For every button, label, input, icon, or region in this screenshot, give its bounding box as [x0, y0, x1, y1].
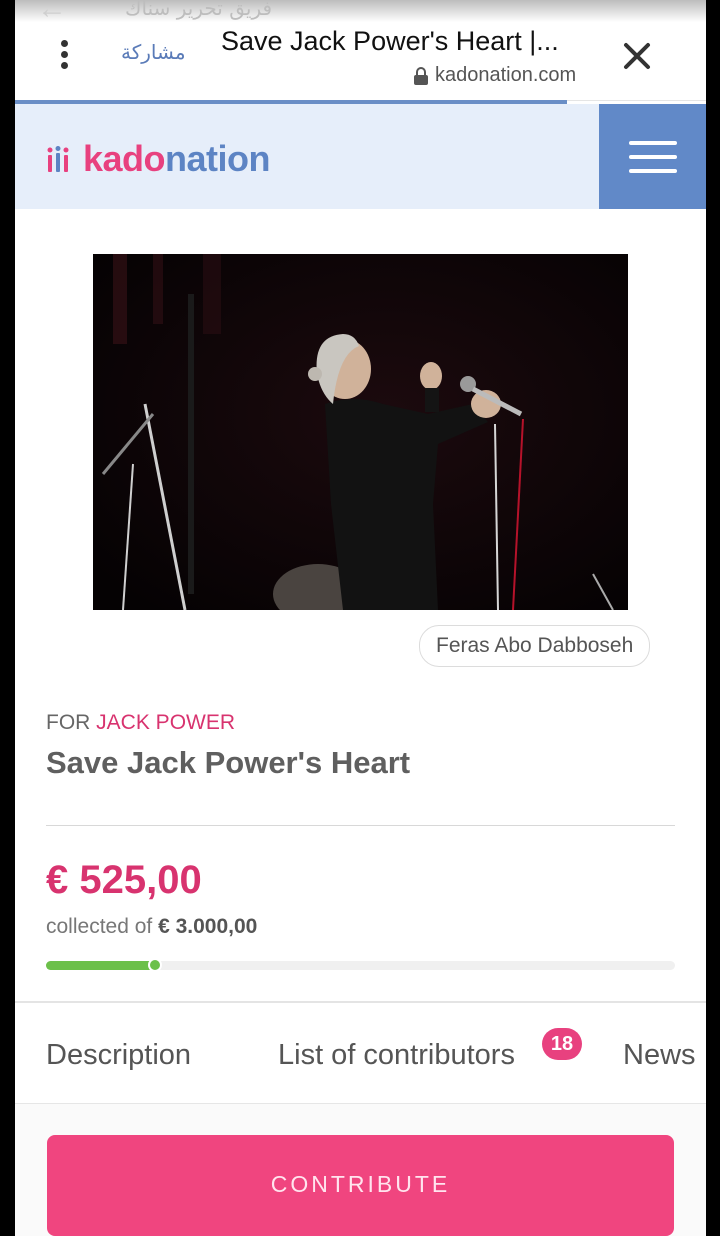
beneficiary-name[interactable]: JACK POWER — [96, 711, 235, 734]
browser-toolbar: ← فريق تحرير سناك مشاركة Save Jack Power… — [15, 0, 706, 101]
tab-news[interactable]: News — [623, 1039, 696, 1072]
tab-description[interactable]: Description — [46, 1039, 191, 1072]
status-fade — [15, 0, 706, 22]
lock-icon — [414, 66, 428, 85]
back-arrow-icon[interactable]: ← — [37, 0, 67, 24]
logo-text-nation: nation — [165, 138, 271, 179]
contribute-button[interactable]: CONTRIBUTE — [47, 1135, 674, 1236]
close-icon[interactable] — [621, 40, 653, 72]
divider — [46, 825, 675, 826]
funding-progress-bar — [46, 958, 675, 972]
site-header: kadonation — [15, 104, 706, 209]
photo-credit: Feras Abo Dabboseh — [419, 625, 651, 667]
more-options-icon[interactable] — [57, 40, 71, 74]
for-prefix: FOR — [46, 711, 91, 734]
amount-collected: € 525,00 — [46, 858, 202, 902]
goal-line: collected of € 3.000,00 — [46, 915, 257, 939]
contributors-count-badge: 18 — [542, 1028, 582, 1060]
progress-fill — [46, 961, 157, 970]
share-button[interactable]: مشاركة — [121, 40, 186, 64]
url-display: kadonation.com — [413, 64, 576, 87]
background-header-text: فريق تحرير سناك — [125, 0, 273, 20]
campaign-photo — [93, 254, 628, 610]
photo-credit-text: Feras Abo Dabboseh — [436, 634, 634, 657]
kadonation-logo[interactable]: kadonation — [47, 138, 271, 180]
browser-page-title: Save Jack Power's Heart |... — [221, 26, 559, 56]
collected-of-label: collected of — [46, 915, 153, 938]
tab-contributors[interactable]: List of contributors — [278, 1039, 515, 1072]
phone-screen: ← فريق تحرير سناك مشاركة Save Jack Power… — [15, 0, 706, 1236]
singer-photo-illustration — [93, 254, 628, 610]
beneficiary-line: FOR JACK POWER — [46, 711, 235, 735]
goal-amount: € 3.000,00 — [158, 915, 258, 938]
campaign-title: Save Jack Power's Heart — [46, 745, 411, 780]
domain-text: kadonation.com — [435, 64, 577, 86]
hamburger-menu-icon[interactable] — [599, 104, 706, 209]
logo-mark-icon — [47, 146, 69, 172]
progress-indicator — [148, 958, 163, 972]
campaign-tabs: Description List of contributors News — [15, 1003, 706, 1103]
logo-text-kado: kado — [83, 138, 166, 179]
